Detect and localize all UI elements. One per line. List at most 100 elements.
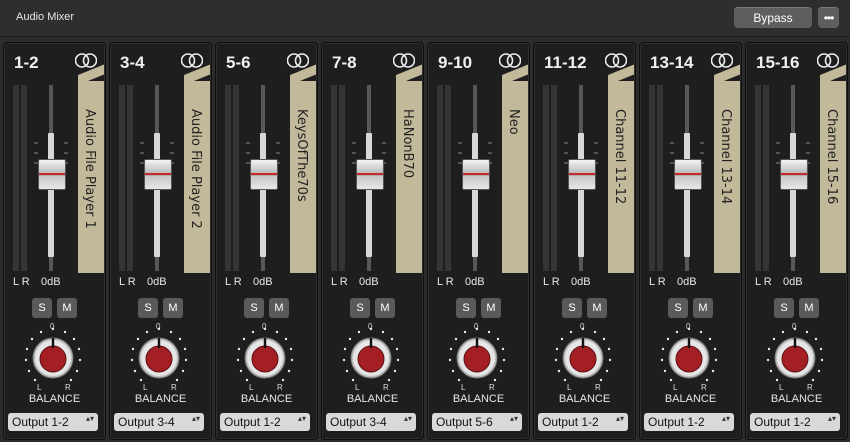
level-meter-right [127, 85, 133, 271]
output-select[interactable]: Output 1-2 ▴▾ [644, 413, 734, 431]
channel-name-tape[interactable]: HaNonB70 [396, 81, 422, 273]
mute-button[interactable]: M [481, 298, 501, 318]
balance-knob[interactable] [340, 326, 402, 388]
meter-lr-label: L R [755, 276, 772, 288]
fader-indicator [569, 173, 595, 175]
balance-left-label: L [249, 383, 254, 392]
stereo-link-icon[interactable] [605, 52, 627, 69]
output-select[interactable]: Output 3-4 ▴▾ [326, 413, 416, 431]
solo-button[interactable]: S [562, 298, 582, 318]
level-meter-left [543, 85, 549, 271]
channel-label: 15-16 [756, 53, 800, 72]
output-select[interactable]: Output 1-2 ▴▾ [220, 413, 310, 431]
stereo-link-icon[interactable] [287, 52, 309, 69]
channel-name-tape[interactable]: Channel 11-12 [608, 81, 634, 273]
channel-name-tape[interactable]: Neo [502, 81, 528, 273]
balance-knob[interactable] [764, 326, 826, 388]
balance-knob[interactable] [658, 326, 720, 388]
mute-button[interactable]: M [57, 298, 77, 318]
solo-button[interactable]: S [138, 298, 158, 318]
channel-strip-11-12: 11-12 Channel 11-12 L R 0dB S M 0 L R BA… [533, 42, 636, 440]
mute-button[interactable]: M [163, 298, 183, 318]
balance-knob[interactable] [128, 326, 190, 388]
balance-knob[interactable] [446, 326, 508, 388]
volume-fader-handle[interactable] [780, 159, 808, 190]
balance-right-label: R [171, 383, 177, 392]
meter-lr-label: L R [13, 276, 30, 288]
channel-name: Audio File Player 2 [188, 109, 203, 229]
volume-fader-handle[interactable] [38, 159, 66, 190]
channel-label: 5-6 [226, 53, 251, 72]
solo-button[interactable]: S [668, 298, 688, 318]
channel-name-tape[interactable]: Audio File Player 1 [78, 81, 104, 273]
mute-button[interactable]: M [269, 298, 289, 318]
volume-fader-handle[interactable] [356, 159, 384, 190]
channel-strip-13-14: 13-14 Channel 13-14 L R 0dB S M 0 L R BA… [639, 42, 742, 440]
solo-button[interactable]: S [350, 298, 370, 318]
balance-label: BALANCE [770, 393, 823, 405]
balance-label: BALANCE [452, 393, 505, 405]
volume-fader-handle[interactable] [674, 159, 702, 190]
select-arrows-icon: ▴▾ [297, 414, 306, 423]
more-options-button[interactable]: ••• [818, 7, 839, 28]
output-select-value: Output 3-4 [118, 415, 175, 429]
balance-right-label: R [277, 383, 283, 392]
channel-name-tape[interactable]: KeysOfThe70s [290, 81, 316, 273]
balance-knob[interactable] [234, 326, 296, 388]
level-meter-right [233, 85, 239, 271]
output-select[interactable]: Output 1-2 ▴▾ [538, 413, 628, 431]
gain-readout: 0dB [783, 276, 803, 288]
balance-knob[interactable] [22, 326, 84, 388]
stereo-link-icon[interactable] [817, 52, 839, 69]
stereo-link-icon[interactable] [393, 52, 415, 69]
mute-button[interactable]: M [693, 298, 713, 318]
gain-readout: 0dB [677, 276, 697, 288]
balance-right-label: R [489, 383, 495, 392]
select-arrows-icon: ▴▾ [191, 414, 200, 423]
solo-button[interactable]: S [774, 298, 794, 318]
output-select[interactable]: Output 1-2 ▴▾ [8, 413, 98, 431]
channel-strip-9-10: 9-10 Neo L R 0dB S M 0 L R BALANCE Outpu… [427, 42, 530, 440]
channel-label: 11-12 [544, 53, 587, 72]
level-meter-left [649, 85, 655, 271]
level-meter-left [755, 85, 761, 271]
output-select[interactable]: Output 3-4 ▴▾ [114, 413, 204, 431]
solo-button[interactable]: S [32, 298, 52, 318]
stereo-link-icon[interactable] [181, 52, 203, 69]
volume-fader-handle[interactable] [144, 159, 172, 190]
volume-fader-handle[interactable] [568, 159, 596, 190]
volume-fader-handle[interactable] [462, 159, 490, 190]
level-meter-right [21, 85, 27, 271]
output-select[interactable]: Output 5-6 ▴▾ [432, 413, 522, 431]
solo-button[interactable]: S [244, 298, 264, 318]
balance-knob[interactable] [552, 326, 614, 388]
fader-indicator [357, 173, 383, 175]
gain-readout: 0dB [465, 276, 485, 288]
meter-lr-label: L R [119, 276, 136, 288]
channel-name-tape[interactable]: Audio File Player 2 [184, 81, 210, 273]
fader-indicator [145, 173, 171, 175]
level-meter-right [763, 85, 769, 271]
mute-button[interactable]: M [587, 298, 607, 318]
channel-name-tape[interactable]: Channel 13-14 [714, 81, 740, 273]
balance-left-label: L [567, 383, 572, 392]
volume-fader-handle[interactable] [250, 159, 278, 190]
stereo-link-icon[interactable] [711, 52, 733, 69]
solo-button[interactable]: S [456, 298, 476, 318]
channel-name-tape[interactable]: Channel 15-16 [820, 81, 846, 273]
balance-left-label: L [461, 383, 466, 392]
stereo-link-icon[interactable] [75, 52, 97, 69]
output-select[interactable]: Output 1-2 ▴▾ [750, 413, 840, 431]
mute-button[interactable]: M [375, 298, 395, 318]
title-bar: Audio Mixer Bypass ••• [0, 0, 850, 37]
mute-button[interactable]: M [799, 298, 819, 318]
select-arrows-icon: ▴▾ [403, 414, 412, 423]
stereo-link-icon[interactable] [499, 52, 521, 69]
bypass-button[interactable]: Bypass [734, 7, 812, 28]
balance-label: BALANCE [558, 393, 611, 405]
fader-indicator [675, 173, 701, 175]
channel-strip-3-4: 3-4 Audio File Player 2 L R 0dB S M 0 L … [109, 42, 212, 440]
channel-name: Neo [506, 109, 521, 135]
level-meter-left [225, 85, 231, 271]
channel-name: KeysOfThe70s [294, 109, 309, 202]
